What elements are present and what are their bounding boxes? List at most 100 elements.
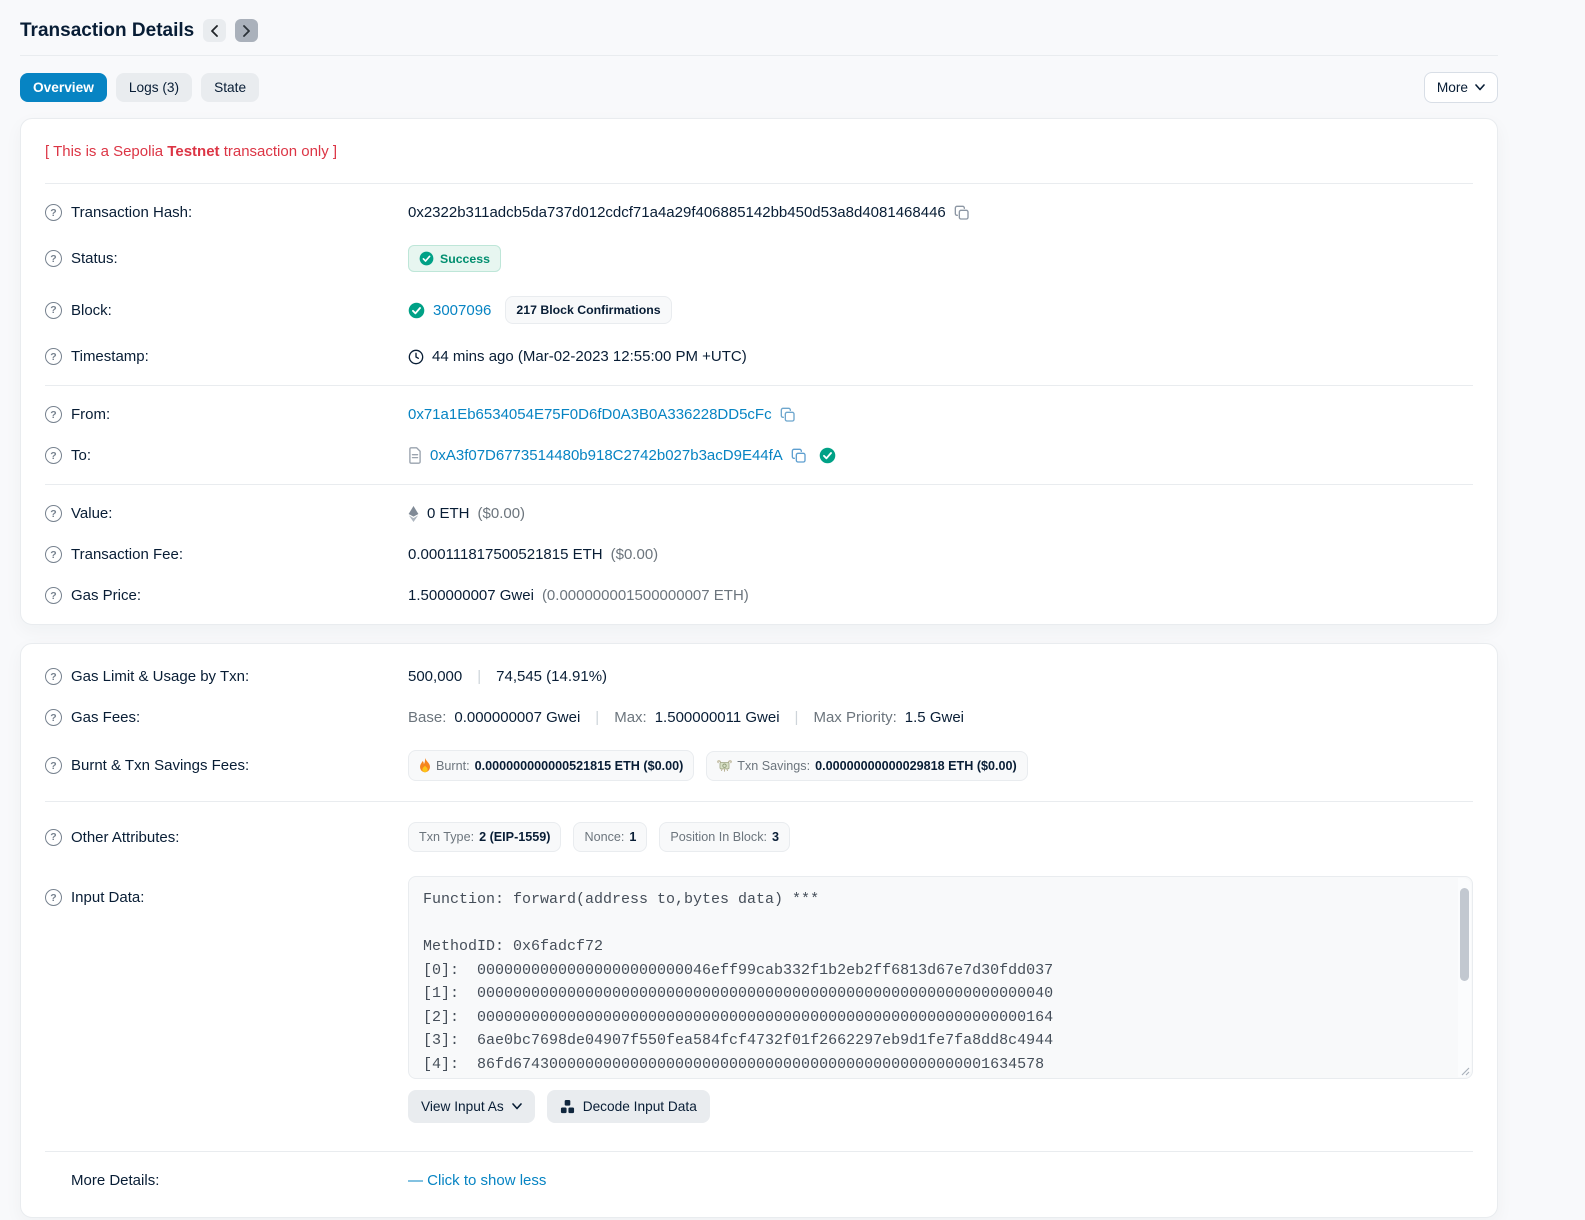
help-icon[interactable]: ? — [45, 757, 62, 774]
to-address-link[interactable]: 0xA3f07D6773514480b918C2742b027b3acD9E44… — [430, 447, 783, 464]
txn-savings-badge-label: Txn Savings: — [737, 758, 811, 773]
fire-icon — [419, 758, 431, 773]
separator: | — [595, 709, 600, 726]
input-data-textarea[interactable]: Function: forward(address to,bytes data)… — [408, 876, 1473, 1079]
block-number-link[interactable]: 3007096 — [433, 302, 491, 319]
nonce-value: 1 — [629, 830, 637, 844]
nonce-label: Nonce: — [584, 830, 625, 844]
help-icon[interactable]: ? — [45, 250, 62, 267]
more-dropdown-button[interactable]: More — [1423, 72, 1498, 103]
help-icon[interactable]: ? — [45, 546, 62, 563]
testnet-warning-prefix: [ This is a Sepolia — [45, 143, 168, 160]
resize-handle-icon[interactable] — [1459, 1065, 1470, 1076]
timestamp-value: 44 mins ago (Mar-02-2023 12:55:00 PM +UT… — [432, 348, 747, 365]
tab-logs[interactable]: Logs (3) — [115, 73, 193, 102]
help-icon[interactable]: ? — [45, 709, 62, 726]
copy-icon — [954, 205, 970, 221]
value-label: Value: — [71, 505, 113, 522]
input-data-content: Function: forward(address to,bytes data)… — [423, 891, 1054, 1073]
gas-usage-value: 74,545 (14.91%) — [496, 668, 608, 685]
verified-check-circle-icon — [819, 447, 836, 464]
txn-type-badge: Txn Type: 2 (EIP-1559) — [408, 822, 562, 852]
divider — [45, 484, 1473, 485]
position-in-block-label: Position In Block: — [670, 830, 768, 844]
gas-limit-usage-label: Gas Limit & Usage by Txn: — [71, 668, 250, 685]
gas-limit-value: 500,000 — [408, 668, 463, 685]
clock-icon — [408, 349, 424, 365]
copy-from-address-button[interactable] — [780, 407, 796, 423]
from-address-link[interactable]: 0x71a1Eb6534054E75F0D6fD0A3B0A336228DD5c… — [408, 406, 772, 423]
row-gas-price: ? Gas Price: 1.500000007 Gwei (0.0000000… — [45, 575, 1473, 616]
transaction-fee-label: Transaction Fee: — [71, 546, 183, 563]
row-transaction-fee: ? Transaction Fee: 0.000111817500521815 … — [45, 534, 1473, 575]
decode-input-data-label: Decode Input Data — [582, 1099, 697, 1114]
block-label: Block: — [71, 301, 112, 319]
help-icon[interactable]: ? — [45, 889, 62, 906]
position-in-block-badge: Position In Block: 3 — [659, 822, 791, 852]
from-label: From: — [71, 406, 111, 423]
blocks-icon — [560, 1099, 575, 1114]
next-transaction-button[interactable] — [235, 19, 259, 42]
txn-savings-badge: Txn Savings: 0.00000000000029818 ETH ($0… — [706, 750, 1028, 781]
tab-overview[interactable]: Overview — [20, 73, 107, 102]
view-input-as-button[interactable]: View Input As — [408, 1090, 535, 1123]
row-from: ? From: 0x71a1Eb6534054E75F0D6fD0A3B0A33… — [45, 394, 1473, 435]
tabs-row: Overview Logs (3) State More — [20, 72, 1498, 103]
help-icon[interactable]: ? — [45, 668, 62, 685]
row-status: ? Status: Success — [45, 233, 1473, 284]
value-usd: ($0.00) — [477, 505, 526, 522]
max-fee-label: Max: — [614, 709, 647, 726]
row-value: ? Value: 0 ETH ($0.00) — [45, 493, 1473, 534]
help-icon[interactable]: ? — [45, 505, 62, 522]
testnet-warning-bold: Testnet — [167, 143, 220, 160]
input-data-scrollbar-track[interactable] — [1458, 878, 1471, 1077]
timestamp-label: Timestamp: — [71, 348, 149, 365]
row-timestamp: ? Timestamp: 44 mins ago (Mar-02-2023 12… — [45, 336, 1473, 377]
divider — [45, 801, 1473, 802]
help-icon[interactable]: ? — [45, 301, 62, 319]
burnt-fees-badge-value: 0.000000000000521815 ETH ($0.00) — [474, 758, 684, 773]
gas-price-amount: 1.500000007 Gwei — [408, 587, 534, 604]
help-icon[interactable]: ? — [45, 447, 62, 464]
copy-to-address-button[interactable] — [791, 448, 807, 464]
help-icon[interactable]: ? — [45, 406, 62, 423]
status-label: Status: — [71, 250, 118, 267]
input-data-label: Input Data: — [71, 889, 145, 906]
burnt-fees-badge-label: Burnt: — [436, 758, 470, 773]
row-transaction-hash: ? Transaction Hash: 0x2322b311adcb5da737… — [45, 192, 1473, 233]
page-header: Transaction Details — [20, 0, 1498, 55]
gas-price-eth: (0.000000001500000007 ETH) — [541, 587, 749, 604]
chevron-down-icon — [511, 1103, 522, 1110]
row-to: ? To: 0xA3f07D6773514480b918C2742b027b3a… — [45, 435, 1473, 476]
chevron-right-icon — [242, 24, 251, 37]
burnt-savings-label: Burnt & Txn Savings Fees: — [71, 757, 250, 774]
tab-state[interactable]: State — [201, 73, 260, 102]
transaction-hash-value: 0x2322b311adcb5da737d012cdcf71a4a29f4068… — [408, 204, 946, 221]
copy-icon — [791, 448, 807, 464]
help-icon[interactable]: ? — [45, 204, 62, 221]
transaction-fee-usd: ($0.00) — [610, 546, 659, 563]
txn-type-value: 2 (EIP-1559) — [479, 830, 551, 844]
row-gas-fees: ? Gas Fees: Base: 0.000000007 Gwei | Max… — [45, 697, 1473, 738]
row-input-data: ? Input Data: Function: forward(address … — [45, 864, 1473, 1135]
row-more-details: More Details: — Click to show less — [45, 1160, 1473, 1209]
help-icon[interactable]: ? — [45, 828, 62, 846]
position-in-block-value: 3 — [772, 830, 780, 844]
max-fee-value: 1.500000011 Gwei — [654, 709, 780, 726]
input-data-scrollbar-thumb[interactable] — [1460, 888, 1469, 981]
testnet-warning-suffix: transaction only ] — [219, 143, 338, 160]
row-gas-limit-usage: ? Gas Limit & Usage by Txn: 500,000 | 74… — [45, 652, 1473, 697]
show-less-link[interactable]: — Click to show less — [408, 1172, 546, 1189]
status-badge-text: Success — [440, 251, 490, 266]
overview-card: [ This is a Sepolia Testnet transaction … — [20, 118, 1498, 625]
help-icon[interactable]: ? — [45, 587, 62, 604]
block-confirmations-badge: 217 Block Confirmations — [505, 296, 672, 324]
txn-savings-badge-value: 0.00000000000029818 ETH ($0.00) — [815, 758, 1017, 773]
gas-price-label: Gas Price: — [71, 587, 142, 604]
chevron-down-icon — [1475, 84, 1485, 91]
previous-transaction-button[interactable] — [203, 19, 227, 42]
decode-input-data-button[interactable]: Decode Input Data — [546, 1090, 710, 1123]
row-other-attributes: ? Other Attributes: Txn Type: 2 (EIP-155… — [45, 810, 1473, 864]
copy-hash-button[interactable] — [954, 205, 970, 221]
help-icon[interactable]: ? — [45, 348, 62, 365]
